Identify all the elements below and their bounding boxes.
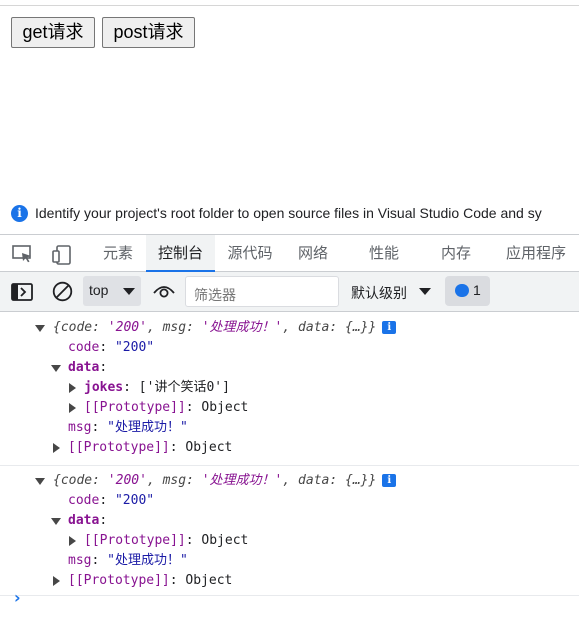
expand-triangle-icon[interactable] [51,365,61,372]
tab-network[interactable]: 网络 [291,235,335,272]
object-preview-row[interactable]: {code: '200', msg: '处理成功！', data: {…}} i [0,318,579,338]
expand-triangle-icon[interactable] [51,518,61,525]
tab-performance[interactable]: 性能 [362,235,406,272]
message-bubble-icon [455,284,469,297]
property-row[interactable]: [[Prototype]]: Object [0,571,579,591]
collapse-triangle-icon[interactable] [69,536,76,546]
page-top-border [0,5,579,6]
tab-sources[interactable]: 源代码 [222,235,278,272]
tab-memory[interactable]: 内存 [434,235,478,272]
get-request-button[interactable]: get请求 [11,17,95,48]
tab-application[interactable]: 应用程序 [506,235,579,272]
property-row[interactable]: jokes: ['讲个笑话0'] [0,378,579,398]
console-toolbar: top 默认级别 1 [0,272,579,312]
log-level-selector[interactable]: 默认级别 [351,283,431,303]
property-row[interactable]: data: [0,358,579,378]
chevron-down-icon [419,288,431,295]
property-row[interactable]: [[Prototype]]: Object [0,438,579,458]
chevron-down-icon [123,288,135,295]
inspect-element-icon[interactable] [12,245,34,263]
clear-console-icon[interactable] [52,281,73,302]
issues-count: 1 [473,282,481,298]
sidebar-toggle-icon[interactable] [11,283,33,301]
console-message: {code: '200', msg: '处理成功！', data: {…}} i … [0,313,579,466]
device-toolbar-icon[interactable] [52,245,74,265]
collapse-triangle-icon[interactable] [53,443,60,453]
console-output: {code: '200', msg: '处理成功！', data: {…}} i … [0,313,579,596]
property-row: msg: "处理成功！" [68,553,188,568]
context-selector-label: top [89,282,109,298]
console-message: {code: '200', msg: '处理成功！', data: {…}} i … [0,466,579,596]
post-request-button[interactable]: post请求 [102,17,195,48]
property-row: code: "200" [68,340,155,355]
property-row: msg: "处理成功！" [68,420,188,435]
live-expression-eye-icon[interactable] [153,284,175,298]
issues-badge[interactable]: 1 [445,276,490,306]
expand-triangle-icon[interactable] [35,325,45,332]
property-row[interactable]: [[Prototype]]: Object [0,398,579,418]
console-prompt[interactable]: › [14,588,21,607]
log-level-label: 默认级别 [351,285,407,301]
object-preview-row[interactable]: {code: '200', msg: '处理成功！', data: {…}} i [0,471,579,491]
devtools-tab-bar: 元素 控制台 源代码 网络 性能 内存 应用程序 [0,234,579,272]
collapse-triangle-icon[interactable] [69,403,76,413]
property-row[interactable]: [[Prototype]]: Object [0,531,579,551]
tab-console[interactable]: 控制台 [146,235,215,272]
object-preview: {code: '200', msg: '处理成功！', data: {…}} i [53,471,397,491]
filter-input[interactable] [185,276,339,307]
info-icon: i [382,474,397,487]
expand-triangle-icon[interactable] [35,478,45,485]
tab-elements[interactable]: 元素 [96,235,140,272]
info-icon: i [11,205,28,222]
info-bar-text: Identify your project's root folder to o… [35,205,542,221]
info-icon: i [382,321,397,334]
property-row: code: "200" [68,493,155,508]
context-selector[interactable]: top [83,276,141,306]
collapse-triangle-icon[interactable] [69,383,76,393]
property-row[interactable]: data: [0,511,579,531]
collapse-triangle-icon[interactable] [53,576,60,586]
object-preview: {code: '200', msg: '处理成功！', data: {…}} i [53,318,397,338]
devtools-info-bar: i Identify your project's root folder to… [0,198,579,228]
